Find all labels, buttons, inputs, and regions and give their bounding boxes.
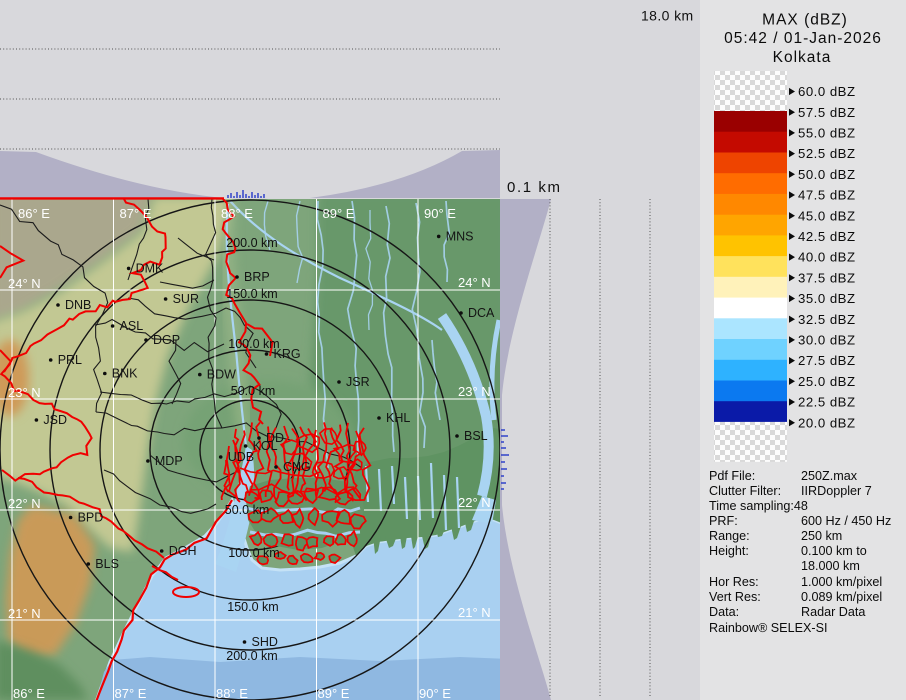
svg-text:Kolkata: Kolkata — [773, 49, 832, 66]
svg-text:BRP: BRP — [244, 270, 270, 284]
svg-text:20.0 dBZ: 20.0 dBZ — [798, 415, 856, 430]
svg-text:MAX (dBZ): MAX (dBZ) — [762, 12, 848, 29]
svg-text:21° N: 21° N — [8, 606, 41, 621]
svg-text:60.0 dBZ: 60.0 dBZ — [798, 84, 856, 99]
svg-text:250Z.max: 250Z.max — [801, 469, 858, 483]
svg-text:86° E: 86° E — [13, 686, 45, 700]
svg-text:27.5 dBZ: 27.5 dBZ — [798, 353, 856, 368]
svg-text:150.0 km: 150.0 km — [226, 287, 277, 301]
svg-text:ASL: ASL — [120, 319, 144, 333]
svg-text:47.5 dBZ: 47.5 dBZ — [798, 188, 856, 203]
svg-text:JSR: JSR — [346, 375, 370, 389]
svg-text:BLS: BLS — [95, 557, 119, 571]
svg-text:32.5 dBZ: 32.5 dBZ — [798, 312, 856, 327]
svg-text:23° N: 23° N — [8, 385, 41, 400]
svg-text:BNK: BNK — [112, 367, 138, 381]
svg-text:30.0 dBZ: 30.0 dBZ — [798, 333, 856, 348]
svg-text:IIRDoppler 7: IIRDoppler 7 — [801, 484, 872, 498]
svg-text:50.0 km: 50.0 km — [225, 503, 269, 517]
svg-text:50.0 km: 50.0 km — [231, 384, 275, 398]
svg-text:55.0 dBZ: 55.0 dBZ — [798, 126, 856, 141]
svg-text:Data:: Data: — [709, 605, 739, 619]
svg-text:24° N: 24° N — [8, 276, 41, 291]
svg-text:100.0 km: 100.0 km — [228, 546, 279, 560]
svg-text:86° E: 86° E — [18, 206, 50, 221]
svg-text:57.5 dBZ: 57.5 dBZ — [798, 105, 856, 120]
svg-text:45.0 dBZ: 45.0 dBZ — [798, 208, 856, 223]
svg-text:BDW: BDW — [207, 368, 236, 382]
svg-text:25.0 dBZ: 25.0 dBZ — [798, 374, 856, 389]
svg-text:PRL: PRL — [58, 353, 82, 367]
svg-text:52.5 dBZ: 52.5 dBZ — [798, 146, 856, 161]
svg-text:MDP: MDP — [155, 454, 183, 468]
svg-text:250 km: 250 km — [801, 529, 842, 543]
svg-text:DMK: DMK — [136, 261, 164, 275]
svg-text:90° E: 90° E — [424, 206, 456, 221]
svg-text:Vert Res:: Vert Res: — [709, 590, 761, 604]
svg-text:22° N: 22° N — [8, 496, 41, 511]
svg-text:35.0 dBZ: 35.0 dBZ — [798, 291, 856, 306]
svg-text:05:42 / 01-Jan-2026: 05:42 / 01-Jan-2026 — [724, 30, 882, 47]
svg-text:50.0 dBZ: 50.0 dBZ — [798, 167, 856, 182]
svg-text:PRF:: PRF: — [709, 514, 738, 528]
svg-text:DGH: DGH — [169, 544, 197, 558]
svg-text:18.000 km: 18.000 km — [801, 559, 860, 573]
svg-text:Clutter Filter:: Clutter Filter: — [709, 484, 781, 498]
svg-text:1.000 km/pixel: 1.000 km/pixel — [801, 575, 882, 589]
svg-text:Rainbow® SELEX-SI: Rainbow® SELEX-SI — [709, 621, 827, 635]
svg-text:0.1 km: 0.1 km — [507, 179, 562, 196]
svg-text:40.0 dBZ: 40.0 dBZ — [798, 250, 856, 265]
svg-text:200.0 km: 200.0 km — [226, 236, 277, 250]
svg-text:22° N: 22° N — [458, 495, 491, 510]
svg-text:200.0 km: 200.0 km — [226, 649, 277, 663]
svg-text:DCA: DCA — [468, 306, 495, 320]
svg-text:0.089 km/pixel: 0.089 km/pixel — [801, 590, 882, 604]
svg-text:24° N: 24° N — [458, 275, 491, 290]
svg-text:88° E: 88° E — [216, 686, 248, 700]
svg-text:UDB: UDB — [228, 450, 254, 464]
svg-text:JSD: JSD — [43, 413, 67, 427]
svg-text:88° E: 88° E — [221, 206, 253, 221]
svg-text:KHL: KHL — [386, 411, 410, 425]
svg-text:DNB: DNB — [65, 298, 91, 312]
svg-text:150.0 km: 150.0 km — [227, 600, 278, 614]
svg-text:23° N: 23° N — [458, 384, 491, 399]
svg-text:Time sampling:48: Time sampling:48 — [709, 499, 808, 513]
svg-text:KRG: KRG — [274, 347, 301, 361]
svg-text:37.5 dBZ: 37.5 dBZ — [798, 270, 856, 285]
svg-text:87° E: 87° E — [120, 206, 152, 221]
svg-text:42.5 dBZ: 42.5 dBZ — [798, 229, 856, 244]
svg-text:Range:: Range: — [709, 529, 750, 543]
svg-text:BPD: BPD — [78, 511, 104, 525]
svg-text:SHD: SHD — [252, 635, 278, 649]
svg-text:KOL: KOL — [253, 439, 278, 453]
svg-text:100.0 km: 100.0 km — [228, 337, 279, 351]
svg-text:18.0 km: 18.0 km — [641, 8, 694, 24]
svg-text:CNG: CNG — [283, 460, 311, 474]
svg-text:0.100 km to: 0.100 km to — [801, 544, 867, 558]
svg-text:87° E: 87° E — [115, 686, 147, 700]
svg-text:89° E: 89° E — [323, 206, 355, 221]
svg-text:21° N: 21° N — [458, 605, 491, 620]
svg-text:DGP: DGP — [153, 333, 180, 347]
svg-text:Pdf File:: Pdf File: — [709, 469, 755, 483]
svg-text:Radar Data: Radar Data — [801, 605, 865, 619]
svg-text:MNS: MNS — [446, 229, 474, 243]
svg-text:BSL: BSL — [464, 429, 488, 443]
svg-text:Hor Res:: Hor Res: — [709, 575, 759, 589]
svg-text:Height:: Height: — [709, 544, 749, 558]
svg-text:600 Hz / 450 Hz: 600 Hz / 450 Hz — [801, 514, 891, 528]
svg-text:SUR: SUR — [173, 292, 199, 306]
svg-text:90° E: 90° E — [419, 686, 451, 700]
svg-text:22.5 dBZ: 22.5 dBZ — [798, 395, 856, 410]
svg-text:89° E: 89° E — [318, 686, 350, 700]
